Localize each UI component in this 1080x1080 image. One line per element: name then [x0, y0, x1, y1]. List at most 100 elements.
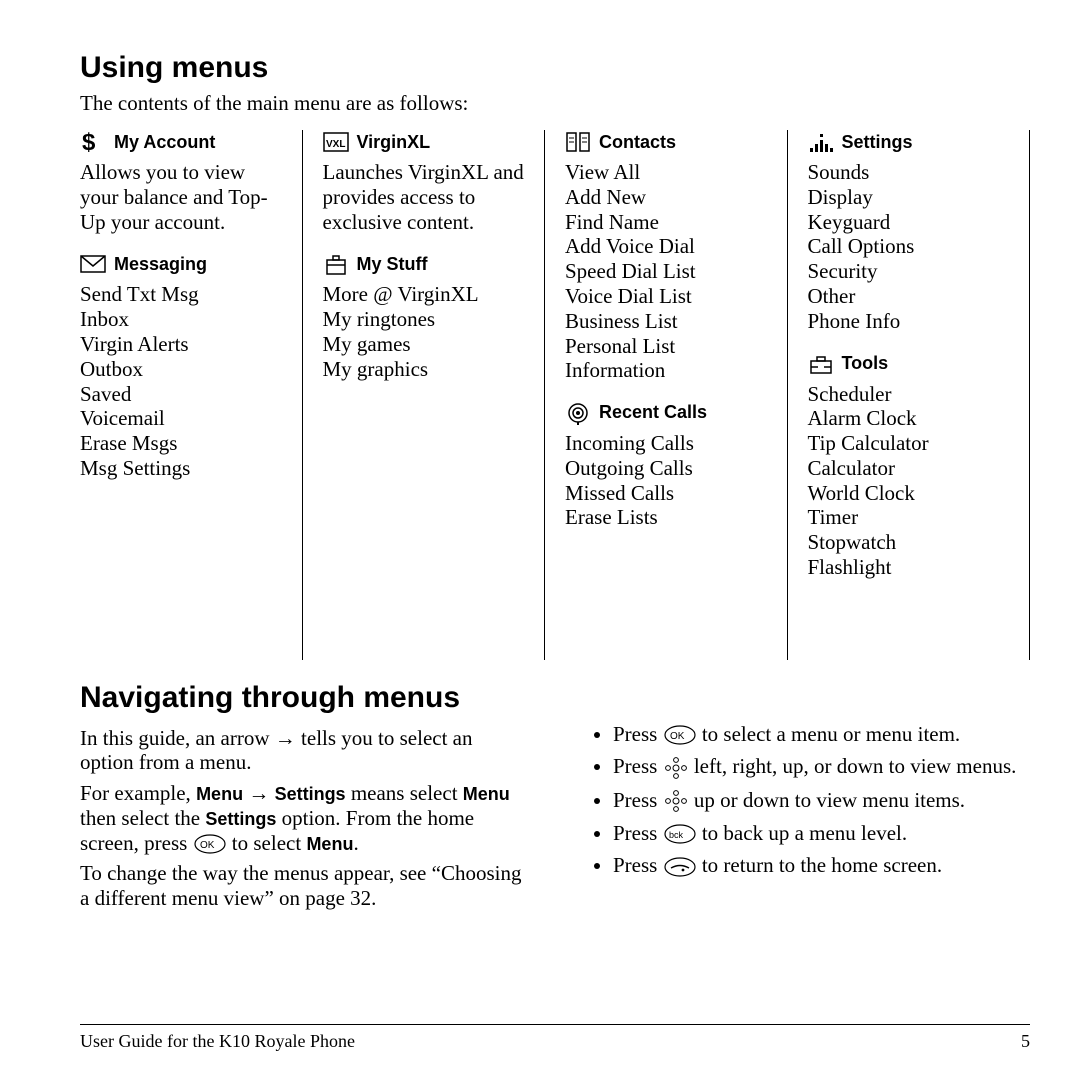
recent-icon — [565, 401, 591, 425]
menu-item: Keyguard — [808, 210, 1010, 235]
document-page: Using menus The contents of the main men… — [0, 0, 1080, 1080]
menu-item: Saved — [80, 382, 282, 407]
nav-left-column: In this guide, an arrow → tells you to s… — [80, 722, 525, 917]
menu-block: Tools SchedulerAlarm ClockTip CalculatorC… — [808, 352, 1010, 580]
envelope-icon — [80, 252, 106, 276]
menu-item: Tip Calculator — [808, 431, 1010, 456]
menu-title: Tools — [842, 353, 889, 374]
menu-item: Stopwatch — [808, 530, 1010, 555]
menu-item: More @ VirginXL — [323, 282, 525, 307]
menu-block: Recent Calls Incoming CallsOutgoing Calls… — [565, 401, 767, 530]
menu-item: Phone Info — [808, 309, 1010, 334]
menu-item: View All — [565, 160, 767, 185]
menu-item: Business List — [565, 309, 767, 334]
menu-item: Call Options — [808, 234, 1010, 259]
nav-bullet-4: Press to back up a menu level. — [613, 821, 1030, 846]
menu-item: My ringtones — [323, 307, 525, 332]
menu-block: Contacts View AllAdd NewFind NameAdd Voic… — [565, 130, 767, 383]
menu-item: Speed Dial List — [565, 259, 767, 284]
menu-item: Erase Lists — [565, 505, 767, 530]
menu-item-list: Incoming CallsOutgoing CallsMissed Calls… — [565, 431, 767, 530]
menu-item: Flashlight — [808, 555, 1010, 580]
menu-title: Settings — [842, 132, 913, 153]
menu-item: Outgoing Calls — [565, 456, 767, 481]
menu-item: Personal List — [565, 334, 767, 359]
menu-item-list: View AllAdd NewFind NameAdd Voice DialSp… — [565, 160, 767, 383]
menu-item: My games — [323, 332, 525, 357]
menu-title: My Account — [114, 132, 215, 153]
menu-heading: My Account — [80, 130, 282, 154]
nav-bullet-3: Press up or down to view menu items. — [613, 788, 1030, 813]
nav-bullet-1: Press to select a menu or menu item. — [613, 722, 1030, 747]
menu-item-list: Send Txt MsgInboxVirgin AlertsOutboxSave… — [80, 282, 282, 480]
menu-item: Virgin Alerts — [80, 332, 282, 357]
menu-column: My Account Allows you to view your balanc… — [80, 130, 303, 660]
menu-item: Incoming Calls — [565, 431, 767, 456]
menu-item: Security — [808, 259, 1010, 284]
nav-left-p3: To change the way the menus appear, see … — [80, 861, 525, 911]
menu-item: Display — [808, 185, 1010, 210]
menu-item: Inbox — [80, 307, 282, 332]
menu-item: Information — [565, 358, 767, 383]
menu-heading: Settings — [808, 130, 1010, 154]
menu-column: Contacts View AllAdd NewFind NameAdd Voic… — [545, 130, 788, 660]
menu-item: My graphics — [323, 357, 525, 382]
menu-column: VirginXL Launches VirginXL and provides a… — [303, 130, 546, 660]
nav-left-p1: In this guide, an arrow → tells you to s… — [80, 726, 525, 776]
menu-item: Add New — [565, 185, 767, 210]
menu-title: Messaging — [114, 254, 207, 275]
menu-item-list: More @ VirginXLMy ringtonesMy gamesMy gr… — [323, 282, 525, 381]
menu-grid: My Account Allows you to view your balanc… — [80, 130, 1030, 660]
menu-block: VirginXL Launches VirginXL and provides a… — [323, 130, 525, 234]
menu-item: Calculator — [808, 456, 1010, 481]
end-key-icon — [663, 857, 697, 877]
vxl-icon — [323, 130, 349, 154]
menu-item: Erase Msgs — [80, 431, 282, 456]
ok-key-icon — [193, 834, 227, 854]
heading-navigating: Navigating through menus — [80, 680, 1030, 715]
menu-item-list: SoundsDisplayKeyguardCall OptionsSecurit… — [808, 160, 1010, 333]
menu-item: Timer — [808, 505, 1010, 530]
using-menus-lead: The contents of the main menu are as fol… — [80, 91, 1030, 116]
menu-heading: VirginXL — [323, 130, 525, 154]
menu-item: Add Voice Dial — [565, 234, 767, 259]
menu-column: Settings SoundsDisplayKeyguardCall Option… — [788, 130, 1031, 660]
nav-bullet-list: Press to select a menu or menu item. Pre… — [585, 722, 1030, 879]
menu-item: Msg Settings — [80, 456, 282, 481]
footer-page-number: 5 — [1021, 1031, 1030, 1052]
menu-title: Contacts — [599, 132, 676, 153]
menu-title: Recent Calls — [599, 402, 707, 423]
menu-title: My Stuff — [357, 254, 428, 275]
menu-heading: Tools — [808, 352, 1010, 376]
contacts-icon — [565, 130, 591, 154]
menu-description: Launches VirginXL and provides access to… — [323, 160, 525, 234]
bag-icon — [323, 252, 349, 276]
menu-heading: My Stuff — [323, 252, 525, 276]
settings-icon — [808, 130, 834, 154]
dpad-icon — [663, 790, 689, 812]
menu-item: Missed Calls — [565, 481, 767, 506]
menu-block: My Stuff More @ VirginXLMy ringtonesMy ga… — [323, 252, 525, 381]
menu-item: Sounds — [808, 160, 1010, 185]
menu-item: Find Name — [565, 210, 767, 235]
menu-heading: Messaging — [80, 252, 282, 276]
menu-title: VirginXL — [357, 132, 431, 153]
menu-block: My Account Allows you to view your balanc… — [80, 130, 282, 234]
menu-item-list: SchedulerAlarm ClockTip CalculatorCalcul… — [808, 382, 1010, 580]
dollar-icon — [80, 130, 106, 154]
menu-block: Messaging Send Txt MsgInboxVirgin AlertsO… — [80, 252, 282, 480]
menu-item: Outbox — [80, 357, 282, 382]
nav-bullet-5: Press to return to the home screen. — [613, 853, 1030, 878]
heading-using-menus: Using menus — [80, 50, 1030, 85]
nav-bullet-2: Press left, right, up, or down to view m… — [613, 754, 1030, 779]
navigating-columns: In this guide, an arrow → tells you to s… — [80, 722, 1030, 917]
nav-left-p2: For example, Menu → Settings means selec… — [80, 781, 525, 855]
page-footer: User Guide for the K10 Royale Phone 5 — [80, 1024, 1030, 1052]
menu-description: Allows you to view your balance and Top-… — [80, 160, 282, 234]
menu-block: Settings SoundsDisplayKeyguardCall Option… — [808, 130, 1010, 333]
dpad-icon — [663, 757, 689, 779]
menu-item: Scheduler — [808, 382, 1010, 407]
menu-heading: Recent Calls — [565, 401, 767, 425]
menu-item: Voicemail — [80, 406, 282, 431]
menu-heading: Contacts — [565, 130, 767, 154]
